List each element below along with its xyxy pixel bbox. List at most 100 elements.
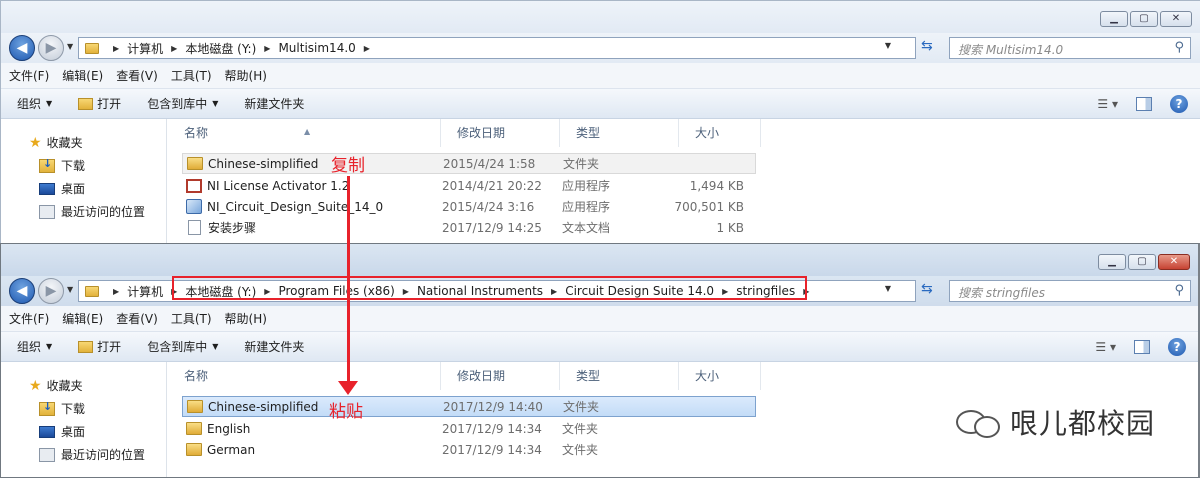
menu-bar: 文件(F) 编辑(E) 查看(V) 工具(T) 帮助(H): [1, 63, 1200, 89]
star-icon: ★: [29, 134, 42, 151]
column-type[interactable]: 类型: [560, 119, 679, 147]
chevron-right-icon[interactable]: ▶: [264, 44, 270, 53]
menu-tools[interactable]: 工具(T): [171, 67, 212, 84]
help-icon[interactable]: ?: [1168, 338, 1186, 356]
chevron-down-icon: ▼: [212, 342, 219, 351]
open-folder-icon: [78, 97, 94, 110]
forward-arrow-icon: ▶: [45, 40, 57, 56]
include-in-library-button[interactable]: 包含到库中 ▼: [147, 338, 218, 355]
file-row[interactable]: Chinese-simplified 2017/12/9 14:40 文件夹: [182, 396, 756, 417]
sidebar-item-desktop[interactable]: 桌面: [1, 420, 166, 443]
menu-bar: 文件(F) 编辑(E) 查看(V) 工具(T) 帮助(H): [1, 306, 1198, 332]
close-button[interactable]: ✕: [1158, 254, 1190, 270]
organize-button[interactable]: 组织 ▼: [17, 338, 52, 355]
sidebar-item-desktop[interactable]: 桌面: [1, 177, 166, 200]
sidebar-item-downloads[interactable]: 下载: [1, 154, 166, 177]
file-row[interactable]: NI_Circuit_Design_Suite_14_0 2015/4/24 3…: [182, 196, 744, 217]
sidebar-item-recent[interactable]: 最近访问的位置: [1, 443, 166, 466]
folder-icon: [187, 400, 203, 413]
view-options-icon[interactable]: ☰ ▾: [1095, 340, 1116, 354]
breadcrumb-computer[interactable]: 计算机 ▶: [127, 40, 185, 57]
forward-button[interactable]: ▶: [38, 278, 64, 304]
file-row[interactable]: English 2017/12/9 14:34 文件夹: [182, 418, 672, 439]
menu-edit[interactable]: 编辑(E): [62, 67, 103, 84]
menu-edit[interactable]: 编辑(E): [62, 310, 103, 327]
wechat-icon: [956, 404, 1002, 440]
minimize-button[interactable]: ▁: [1098, 254, 1126, 270]
view-options-icon[interactable]: ☰ ▾: [1097, 97, 1118, 111]
menu-help[interactable]: 帮助(H): [225, 67, 267, 84]
open-folder-icon: [78, 340, 94, 353]
breadcrumb-drive[interactable]: 本地磁盘 (Y:) ▶: [185, 40, 278, 57]
sidebar-item-favorites[interactable]: ★ 收藏夹: [1, 374, 166, 397]
breadcrumb-multisim[interactable]: Multisim14.0 ▶: [278, 41, 377, 55]
desktop-icon: [39, 425, 55, 438]
address-highlight-box: [172, 276, 807, 300]
close-button[interactable]: ✕: [1160, 11, 1192, 27]
maximize-button[interactable]: ▢: [1128, 254, 1156, 270]
text-file-icon: [188, 220, 201, 235]
file-row[interactable]: German 2017/12/9 14:34 文件夹: [182, 439, 672, 460]
refresh-icon[interactable]: ⇆: [921, 281, 933, 297]
command-bar: 组织 ▼ 打开 包含到库中 ▼ 新建文件夹 ☰ ▾ ?: [1, 89, 1200, 119]
sidebar-item-downloads[interactable]: 下载: [1, 397, 166, 420]
address-bar[interactable]: ▶ 计算机 ▶ 本地磁盘 (Y:) ▶ Multisim14.0 ▶ ▼: [78, 37, 916, 59]
sort-ascending-icon: ▲: [304, 127, 311, 136]
column-size[interactable]: 大小: [679, 119, 761, 147]
copy-paste-arrow-line: [347, 176, 350, 384]
file-row[interactable]: Chinese-simplified 2015/4/24 1:58 文件夹: [182, 153, 756, 174]
sidebar-item-favorites[interactable]: ★ 收藏夹: [1, 131, 166, 154]
maximize-button[interactable]: ▢: [1130, 11, 1158, 27]
navigation-pane: ★收藏夹 下载 桌面 最近访问的位置: [1, 119, 167, 243]
back-button[interactable]: ◀: [9, 35, 35, 61]
new-folder-button[interactable]: 新建文件夹: [244, 338, 304, 355]
chevron-down-icon: ▼: [46, 342, 53, 351]
column-size[interactable]: 大小: [679, 362, 761, 390]
chevron-right-icon[interactable]: ▶: [171, 44, 177, 53]
column-name[interactable]: 名称 ▲: [168, 119, 441, 147]
new-folder-button[interactable]: 新建文件夹: [244, 95, 304, 112]
chevron-right-icon[interactable]: ▶: [364, 44, 370, 53]
title-bar: ▁ ▢ ✕: [1, 244, 1198, 276]
preview-pane-icon[interactable]: [1136, 97, 1152, 111]
menu-file[interactable]: 文件(F): [9, 67, 49, 84]
menu-tools[interactable]: 工具(T): [171, 310, 212, 327]
recent-places-icon: [39, 204, 55, 219]
search-input[interactable]: 搜索 Multisim14.0 ⚲: [949, 37, 1191, 59]
forward-button[interactable]: ▶: [38, 35, 64, 61]
address-dropdown-icon[interactable]: ▼: [885, 41, 891, 50]
include-in-library-button[interactable]: 包含到库中 ▼: [147, 95, 218, 112]
app-icon: [186, 178, 202, 193]
column-date[interactable]: 修改日期: [441, 362, 560, 390]
downloads-icon: [39, 400, 55, 416]
menu-view[interactable]: 查看(V): [116, 67, 158, 84]
menu-view[interactable]: 查看(V): [116, 310, 158, 327]
search-input[interactable]: 搜索 stringfiles ⚲: [949, 280, 1191, 302]
open-button[interactable]: 打开: [78, 338, 121, 355]
menu-file[interactable]: 文件(F): [9, 310, 49, 327]
address-dropdown-icon[interactable]: ▼: [885, 284, 891, 293]
preview-pane-icon[interactable]: [1134, 340, 1150, 354]
file-row[interactable]: NI License Activator 1.2 2014/4/21 20:22…: [182, 175, 744, 196]
organize-button[interactable]: 组织 ▼: [17, 95, 52, 112]
recent-pages-dropdown-icon[interactable]: ▼: [67, 285, 73, 294]
column-name[interactable]: 名称: [168, 362, 441, 390]
file-row[interactable]: 安装步骤 2017/12/9 14:25 文本文档 1 KB: [182, 217, 744, 238]
help-icon[interactable]: ?: [1170, 95, 1188, 113]
minimize-button[interactable]: ▁: [1100, 11, 1128, 27]
menu-help[interactable]: 帮助(H): [225, 310, 267, 327]
folder-icon: [187, 157, 203, 170]
back-button[interactable]: ◀: [9, 278, 35, 304]
paste-label: 粘贴: [329, 402, 363, 422]
folder-icon: [186, 443, 202, 456]
command-bar: 组织 ▼ 打开 包含到库中 ▼ 新建文件夹 ☰ ▾ ?: [1, 332, 1198, 362]
navigation-pane: ★收藏夹 下载 桌面 最近访问的位置: [1, 362, 167, 477]
chevron-right-icon: ▶: [113, 43, 120, 53]
sidebar-item-recent[interactable]: 最近访问的位置: [1, 200, 166, 223]
column-type[interactable]: 类型: [560, 362, 679, 390]
refresh-icon[interactable]: ⇆: [921, 38, 933, 54]
desktop-icon: [39, 182, 55, 195]
open-button[interactable]: 打开: [78, 95, 121, 112]
column-date[interactable]: 修改日期: [441, 119, 560, 147]
recent-pages-dropdown-icon[interactable]: ▼: [67, 42, 73, 51]
